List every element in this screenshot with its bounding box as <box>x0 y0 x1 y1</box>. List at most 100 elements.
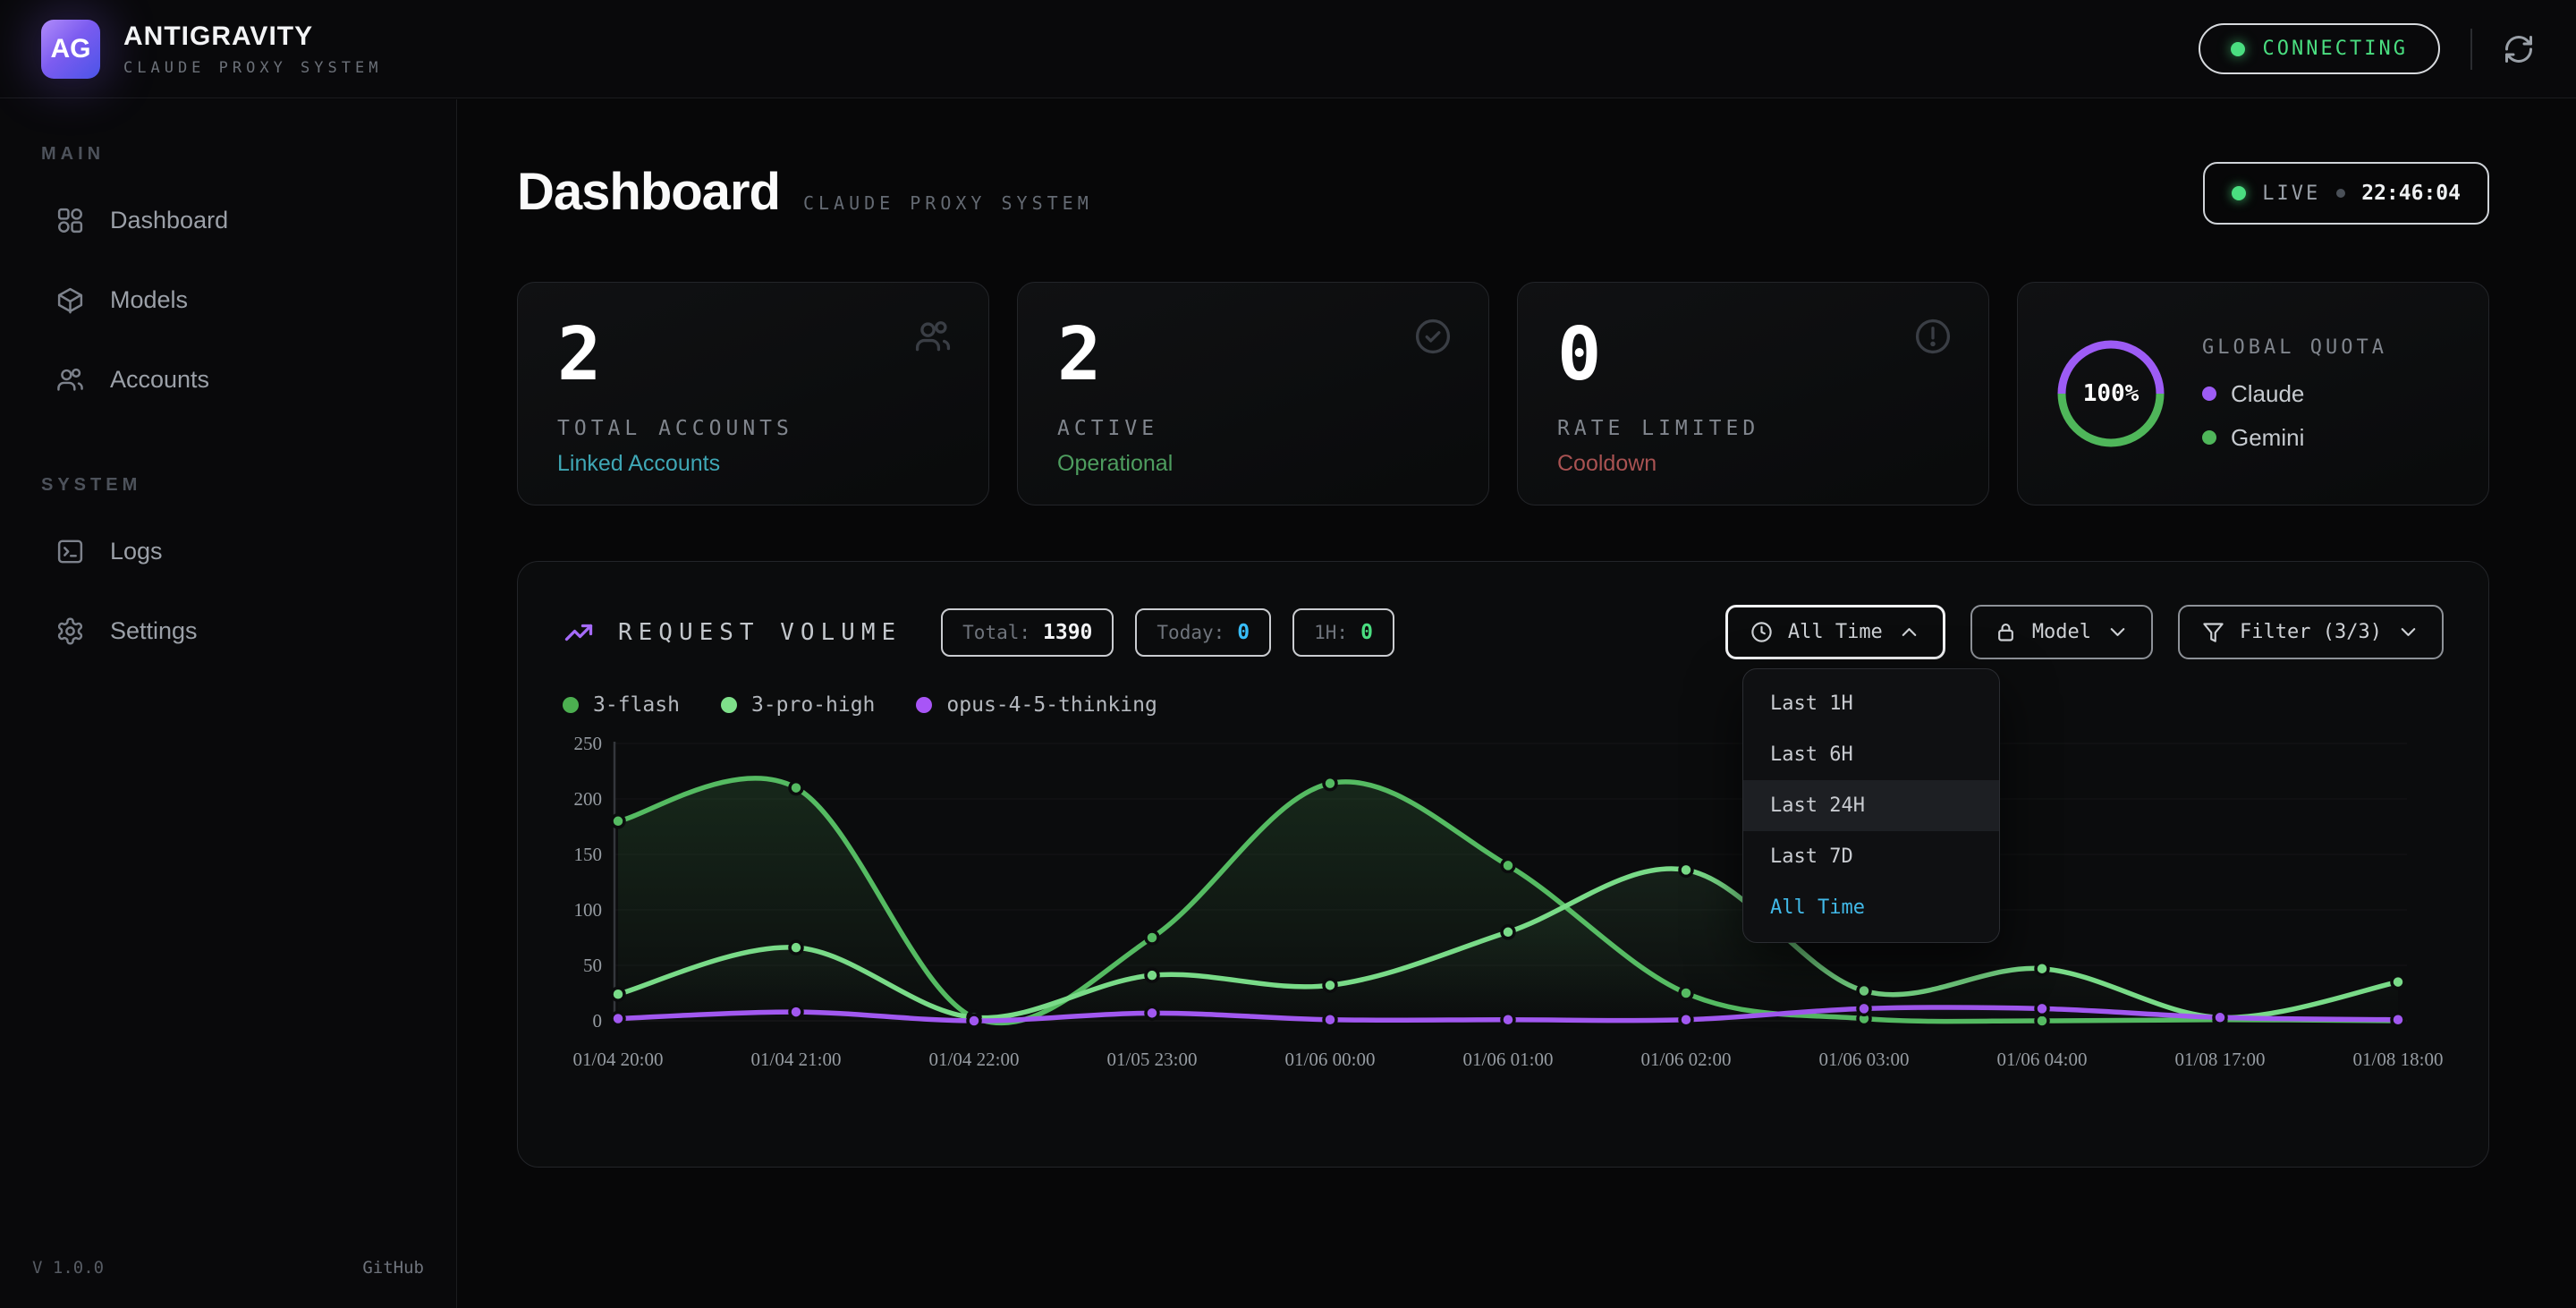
sidebar-item-accounts[interactable]: Accounts <box>32 344 424 416</box>
quota-legend-claude: Claude <box>2202 380 2387 408</box>
refresh-button[interactable] <box>2503 33 2535 65</box>
data-point <box>2392 976 2404 989</box>
stat-value: 2 <box>557 320 949 390</box>
connection-status-badge: CONNECTING <box>2199 23 2440 74</box>
stat-sublabel: Operational <box>1057 451 1449 477</box>
quota-legend-label: Claude <box>2231 380 2304 408</box>
badge-value: 0 <box>1360 621 1373 644</box>
sidebar-item-settings[interactable]: Settings <box>32 595 424 667</box>
stats-row: 2 TOTAL ACCOUNTS Linked Accounts 2 ACTIV… <box>517 282 2489 505</box>
x-axis-tick: 01/05 23:00 <box>1107 1049 1198 1070</box>
menu-item-last-6h[interactable]: Last 6H <box>1743 729 1999 780</box>
funnel-icon <box>2201 620 2225 644</box>
app-title: ANTIGRAVITY <box>123 21 382 52</box>
badge-value: 0 <box>1237 621 1250 644</box>
gear-icon <box>55 616 85 646</box>
live-status-badge: LIVE 22:46:04 <box>2203 162 2489 225</box>
data-point <box>1324 777 1336 790</box>
data-point <box>1146 1006 1158 1019</box>
x-axis-tick: 01/04 22:00 <box>929 1049 1020 1070</box>
data-point <box>1146 931 1158 944</box>
trending-up-icon <box>563 616 595 649</box>
nav-section-system: SYSTEM <box>41 475 424 496</box>
legend-item-opus-4-5-thinking: opus-4-5-thinking <box>916 693 1157 717</box>
quota-legend-label: Gemini <box>2231 424 2304 452</box>
quota-ring: 100% <box>2054 336 2168 451</box>
total-requests-badge: Total: 1390 <box>941 608 1114 657</box>
sidebar-item-models[interactable]: Models <box>32 264 424 336</box>
lock-icon <box>1994 620 2018 644</box>
stat-card-rate-limited: 0 RATE LIMITED Cooldown <box>1517 282 1989 505</box>
legend-dot-icon <box>916 697 932 713</box>
stat-value: 0 <box>1557 320 1949 390</box>
dot-separator-icon <box>2336 189 2345 198</box>
sidebar-item-dashboard[interactable]: Dashboard <box>32 184 424 257</box>
main-content: Dashboard CLAUDE PROXY SYSTEM LIVE 22:46… <box>458 99 2576 1308</box>
y-axis-tick: 100 <box>574 899 603 921</box>
menu-item-all-time[interactable]: All Time <box>1743 882 1999 933</box>
data-point <box>1680 863 1692 876</box>
stat-sublabel: Linked Accounts <box>557 451 949 477</box>
badge-label: Today: <box>1157 622 1224 643</box>
quota-label: GLOBAL QUOTA <box>2202 336 2387 359</box>
data-point <box>1146 969 1158 981</box>
github-link[interactable]: GitHub <box>362 1258 424 1278</box>
data-point <box>1858 985 1870 998</box>
data-point <box>612 988 624 1000</box>
today-requests-badge: Today: 0 <box>1135 608 1271 657</box>
time-range-value: All Time <box>1788 621 1883 643</box>
request-volume-chart: 05010015020025001/04 20:0001/04 21:0001/… <box>563 736 2444 1085</box>
data-point <box>1502 1014 1514 1026</box>
page-subtitle: CLAUDE PROXY SYSTEM <box>803 192 1093 214</box>
users-icon <box>55 365 85 395</box>
x-axis-tick: 01/08 18:00 <box>2353 1049 2444 1070</box>
sidebar-item-label: Logs <box>110 538 163 565</box>
chevron-down-icon <box>2396 620 2420 644</box>
menu-item-last-7d[interactable]: Last 7D <box>1743 831 1999 882</box>
x-axis-tick: 01/06 02:00 <box>1641 1049 1732 1070</box>
cube-icon <box>55 285 85 315</box>
chart-legend: 3-flash 3-pro-high opus-4-5-thinking <box>563 693 2444 717</box>
hour-requests-badge: 1H: 0 <box>1292 608 1394 657</box>
time-range-dropdown-button[interactable]: All Time <box>1725 605 1945 659</box>
y-axis-tick: 50 <box>583 955 602 976</box>
refresh-icon <box>2503 33 2535 65</box>
legend-label: 3-flash <box>593 693 680 717</box>
legend-label: 3-pro-high <box>751 693 875 717</box>
data-point <box>612 1013 624 1025</box>
legend-label: opus-4-5-thinking <box>946 693 1157 717</box>
menu-item-last-24h[interactable]: Last 24H <box>1743 780 1999 831</box>
header-divider <box>2470 29 2472 70</box>
dashboard-grid-icon <box>55 206 85 235</box>
x-axis-tick: 01/06 04:00 <box>1997 1049 2088 1070</box>
status-text: CONNECTING <box>2263 38 2408 60</box>
gemini-dot-icon <box>2202 430 2216 445</box>
live-dot-icon <box>2232 186 2246 200</box>
x-axis-tick: 01/06 01:00 <box>1463 1049 1554 1070</box>
app-logo: AG <box>41 20 100 79</box>
data-point <box>1324 979 1336 991</box>
model-dropdown-button[interactable]: Model <box>1970 605 2153 659</box>
app-header: AG ANTIGRAVITY CLAUDE PROXY SYSTEM CONNE… <box>0 0 2576 98</box>
x-axis-tick: 01/04 21:00 <box>751 1049 842 1070</box>
sidebar-item-label: Dashboard <box>110 207 228 234</box>
data-point <box>790 1006 802 1018</box>
sidebar-item-label: Settings <box>110 617 198 645</box>
status-dot-icon <box>2231 42 2245 56</box>
sidebar: MAIN Dashboard Models Accounts SYSTEM Lo… <box>0 99 457 1308</box>
filter-dropdown-button[interactable]: Filter (3/3) <box>2178 605 2444 659</box>
legend-dot-icon <box>563 697 579 713</box>
stat-card-total-accounts: 2 TOTAL ACCOUNTS Linked Accounts <box>517 282 989 505</box>
data-point <box>1502 859 1514 871</box>
page-title: Dashboard <box>517 162 780 222</box>
quota-percent: 100% <box>2054 336 2168 451</box>
stat-sublabel: Cooldown <box>1557 451 1949 477</box>
menu-item-last-1h[interactable]: Last 1H <box>1743 678 1999 729</box>
sidebar-item-logs[interactable]: Logs <box>32 515 424 588</box>
sidebar-item-label: Models <box>110 286 188 314</box>
badge-label: 1H: <box>1314 622 1348 643</box>
data-point <box>2036 963 2048 975</box>
legend-item-3-pro-high: 3-pro-high <box>721 693 875 717</box>
alert-circle-icon <box>1913 317 1953 356</box>
chart-title: REQUEST VOLUME <box>618 619 902 646</box>
